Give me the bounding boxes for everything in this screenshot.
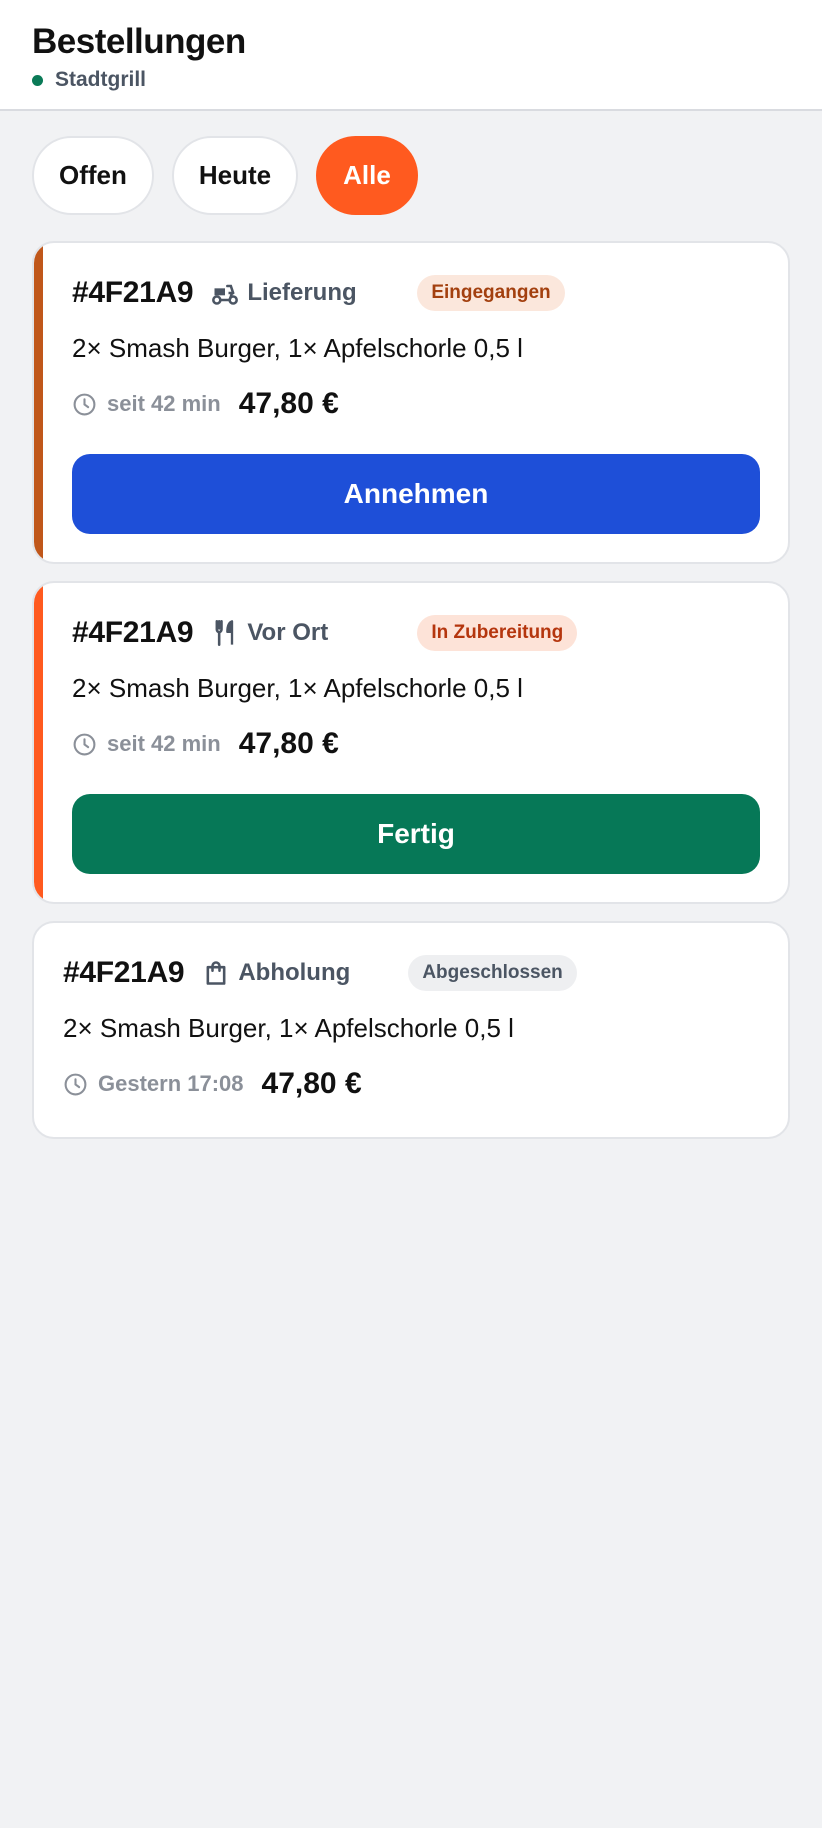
done-button[interactable]: Fertig: [72, 794, 760, 874]
filter-label: Heute: [198, 160, 272, 190]
app-header: Bestellungen Stadtgrill: [0, 0, 822, 111]
order-id: #4F21A9: [72, 276, 194, 309]
accept-button[interactable]: Annehmen: [72, 454, 760, 534]
order-time-label: Gestern 17:08: [98, 1071, 244, 1096]
order-mode-label: Abholung: [238, 959, 351, 986]
order-mode-label: Vor Ort: [247, 619, 329, 646]
order-card[interactable]: #4F21A9 Abholung Abgeschlossen 2× Smash …: [32, 921, 790, 1139]
page-title: Bestellungen: [32, 22, 246, 61]
order-items: 2× Smash Burger, 1× Apfelschorle 0,5 l: [72, 673, 523, 703]
scooter-icon: [212, 284, 239, 305]
status-badge: Eingegangen: [417, 275, 565, 311]
online-status-dot: [32, 74, 43, 86]
order-id: #4F21A9: [63, 956, 185, 989]
order-price: 47,80 €: [261, 1067, 362, 1100]
order-id: #4F21A9: [72, 616, 194, 649]
filter-label: Offen: [59, 160, 127, 190]
order-time: Gestern 17:08: [63, 1071, 244, 1097]
order-card[interactable]: #4F21A9 Vor Ort In Zubereitung 2× Smash …: [32, 581, 790, 904]
order-time-label: seit 42 min: [107, 391, 221, 416]
filter-tabs: Offen Heute Alle: [32, 136, 418, 215]
status-badge: Abgeschlossen: [408, 955, 577, 991]
clock-icon: [73, 733, 96, 755]
order-time: seit 42 min: [72, 391, 221, 417]
order-time-label: seit 42 min: [107, 731, 221, 756]
status-badge: In Zubereitung: [417, 615, 578, 651]
status-stripe: [34, 243, 43, 562]
clock-icon: [64, 1073, 87, 1095]
order-price: 47,80 €: [238, 387, 339, 420]
order-mode: Abholung: [202, 959, 408, 987]
order-items: 2× Smash Burger, 1× Apfelschorle 0,5 l: [63, 1013, 514, 1043]
restaurant-indicator: Stadtgrill: [32, 68, 146, 92]
clock-icon: [73, 393, 96, 415]
filter-label: Alle: [343, 160, 391, 190]
order-items: 2× Smash Burger, 1× Apfelschorle 0,5 l: [72, 333, 523, 363]
filter-alle[interactable]: Alle: [316, 136, 418, 215]
shopping-bag-icon: [206, 961, 226, 985]
order-card[interactable]: #4F21A9 Lieferung Eingegangen 2× Smash B…: [32, 241, 790, 564]
filter-heute[interactable]: Heute: [171, 136, 299, 215]
order-price: 47,80 €: [238, 727, 339, 760]
order-time: seit 42 min: [72, 731, 221, 757]
fork-knife-icon: [215, 620, 234, 646]
status-stripe: [34, 583, 43, 902]
order-mode-label: Lieferung: [247, 279, 357, 306]
filter-offen[interactable]: Offen: [32, 136, 154, 215]
order-mode: Lieferung: [211, 279, 417, 307]
restaurant-name: Stadtgrill: [55, 68, 147, 91]
order-mode: Vor Ort: [211, 619, 417, 647]
